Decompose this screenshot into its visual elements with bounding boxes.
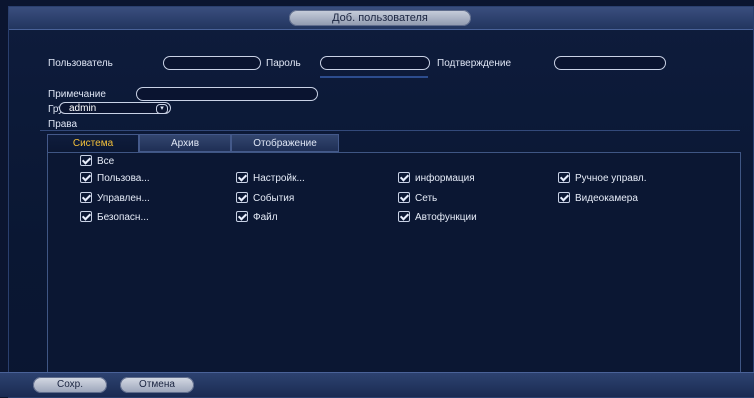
- checkbox-network[interactable]: Сеть: [398, 192, 437, 205]
- checkbox-checked-icon: [558, 172, 570, 183]
- checkbox-users[interactable]: Пользова...: [80, 172, 150, 185]
- checkbox-checked-icon: [80, 211, 92, 222]
- checkbox-camera[interactable]: Видеокамера: [558, 192, 638, 205]
- confirm-field[interactable]: [554, 56, 666, 70]
- chevron-down-icon[interactable]: ▾: [156, 104, 168, 114]
- bottom-button-bar: Сохр. Отмена: [0, 372, 754, 397]
- group-select[interactable]: admin ▾: [59, 102, 171, 114]
- checkbox-events[interactable]: События: [236, 192, 294, 205]
- checkbox-security[interactable]: Безопасн...: [80, 211, 149, 224]
- checkbox-management[interactable]: Управлен...: [80, 192, 150, 205]
- checkbox-checked-icon: [80, 192, 92, 203]
- password-strength-bar: [320, 76, 428, 78]
- checkbox-checked-icon: [236, 211, 248, 222]
- checkbox-checked-icon: [80, 172, 92, 183]
- tab-display[interactable]: Отображение: [231, 134, 339, 152]
- checkbox-autofunctions[interactable]: Автофункции: [398, 211, 477, 224]
- permissions-panel: [47, 152, 741, 374]
- checkbox-checked-icon: [398, 172, 410, 183]
- cancel-button[interactable]: Отмена: [120, 377, 194, 393]
- note-field[interactable]: [136, 87, 318, 101]
- checkbox-checked-icon: [80, 155, 92, 166]
- checkbox-checked-icon: [236, 192, 248, 203]
- checkbox-info[interactable]: информация: [398, 172, 475, 185]
- group-value: admin: [69, 103, 97, 114]
- rights-divider: [40, 130, 740, 131]
- checkbox-checked-icon: [558, 192, 570, 203]
- checkbox-all[interactable]: Все: [80, 155, 114, 168]
- title-bar: Доб. пользователя: [9, 7, 753, 30]
- checkbox-checked-icon: [236, 172, 248, 183]
- dialog-title: Доб. пользователя: [289, 10, 471, 26]
- checkbox-settings[interactable]: Настройк...: [236, 172, 305, 185]
- user-field[interactable]: [163, 56, 261, 70]
- checkbox-checked-icon: [398, 211, 410, 222]
- confirm-label: Подтверждение: [437, 58, 512, 69]
- note-label: Примечание: [48, 89, 106, 100]
- password-field[interactable]: [320, 56, 430, 70]
- checkbox-file[interactable]: Файл: [236, 211, 278, 224]
- user-label: Пользователь: [48, 58, 113, 69]
- checkbox-manual-control[interactable]: Ручное управл.: [558, 172, 647, 185]
- rights-label: Права: [48, 119, 78, 130]
- save-button[interactable]: Сохр.: [33, 377, 107, 393]
- tab-archive[interactable]: Архив: [139, 134, 231, 152]
- tab-system[interactable]: Система: [47, 134, 139, 152]
- checkbox-checked-icon: [398, 192, 410, 203]
- password-label: Пароль: [266, 58, 301, 69]
